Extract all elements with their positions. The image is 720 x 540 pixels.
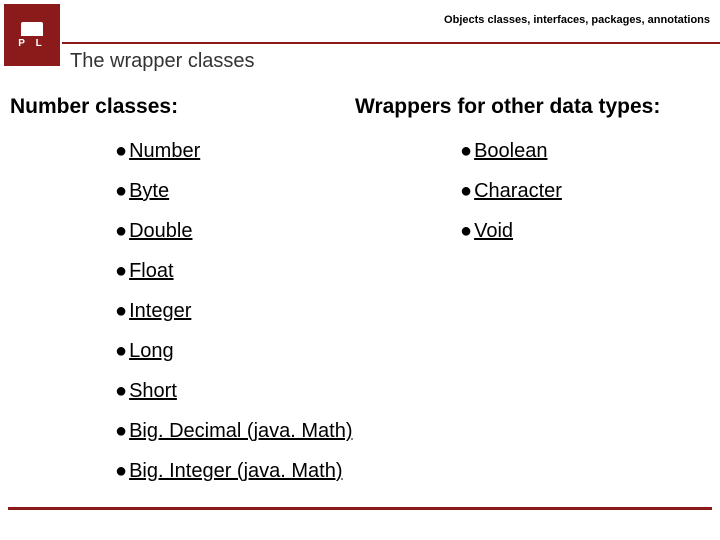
left-column: Number classes: ●Number ●Byte ●Double ●F… bbox=[10, 95, 370, 497]
slide-title: The wrapper classes bbox=[70, 50, 255, 73]
header-divider bbox=[62, 42, 720, 44]
list-item: ●Float bbox=[115, 257, 370, 285]
bullet-icon: ● bbox=[115, 460, 127, 482]
list-item: ●Byte bbox=[115, 177, 370, 205]
list-item: ●Integer bbox=[115, 297, 370, 325]
link-short[interactable]: Short bbox=[129, 380, 177, 402]
link-integer[interactable]: Integer bbox=[129, 300, 191, 322]
link-byte[interactable]: Byte bbox=[129, 180, 169, 202]
right-heading: Wrappers for other data types: bbox=[355, 95, 720, 119]
link-double[interactable]: Double bbox=[129, 220, 192, 242]
link-boolean[interactable]: Boolean bbox=[474, 140, 547, 162]
right-column: Wrappers for other data types: ●Boolean … bbox=[355, 95, 720, 257]
list-item: ●Short bbox=[115, 377, 370, 405]
list-item: ●Character bbox=[460, 177, 720, 205]
list-item: ●Long bbox=[115, 337, 370, 365]
list-item: ●Double bbox=[115, 217, 370, 245]
link-character[interactable]: Character bbox=[474, 180, 562, 202]
list-item: ●Big. Decimal (java. Math) bbox=[115, 417, 370, 445]
bullet-icon: ● bbox=[115, 180, 127, 202]
bullet-icon: ● bbox=[115, 380, 127, 402]
link-float[interactable]: Float bbox=[129, 260, 173, 282]
logo-shape bbox=[21, 22, 43, 36]
university-logo: P L bbox=[4, 4, 60, 66]
link-bigdecimal[interactable]: Big. Decimal (java. Math) bbox=[129, 420, 352, 442]
link-biginteger[interactable]: Big. Integer (java. Math) bbox=[129, 460, 342, 482]
bullet-icon: ● bbox=[115, 260, 127, 282]
link-number[interactable]: Number bbox=[129, 140, 200, 162]
left-heading: Number classes: bbox=[10, 95, 370, 119]
header-topic: Objects classes, interfaces, packages, a… bbox=[444, 14, 710, 27]
list-item: ●Void bbox=[460, 217, 720, 245]
list-item: ●Number bbox=[115, 137, 370, 165]
list-item: ●Boolean bbox=[460, 137, 720, 165]
bullet-icon: ● bbox=[115, 340, 127, 362]
link-void[interactable]: Void bbox=[474, 220, 513, 242]
bullet-icon: ● bbox=[460, 140, 472, 162]
logo-letters: P L bbox=[18, 38, 45, 49]
bullet-icon: ● bbox=[115, 300, 127, 322]
list-item: ●Big. Integer (java. Math) bbox=[115, 457, 370, 485]
bullet-icon: ● bbox=[115, 420, 127, 442]
header: P L Objects classes, interfaces, package… bbox=[0, 0, 720, 70]
bullet-icon: ● bbox=[115, 220, 127, 242]
link-long[interactable]: Long bbox=[129, 340, 174, 362]
footer-divider bbox=[8, 507, 712, 510]
bullet-icon: ● bbox=[115, 140, 127, 162]
bullet-icon: ● bbox=[460, 220, 472, 242]
bullet-icon: ● bbox=[460, 180, 472, 202]
